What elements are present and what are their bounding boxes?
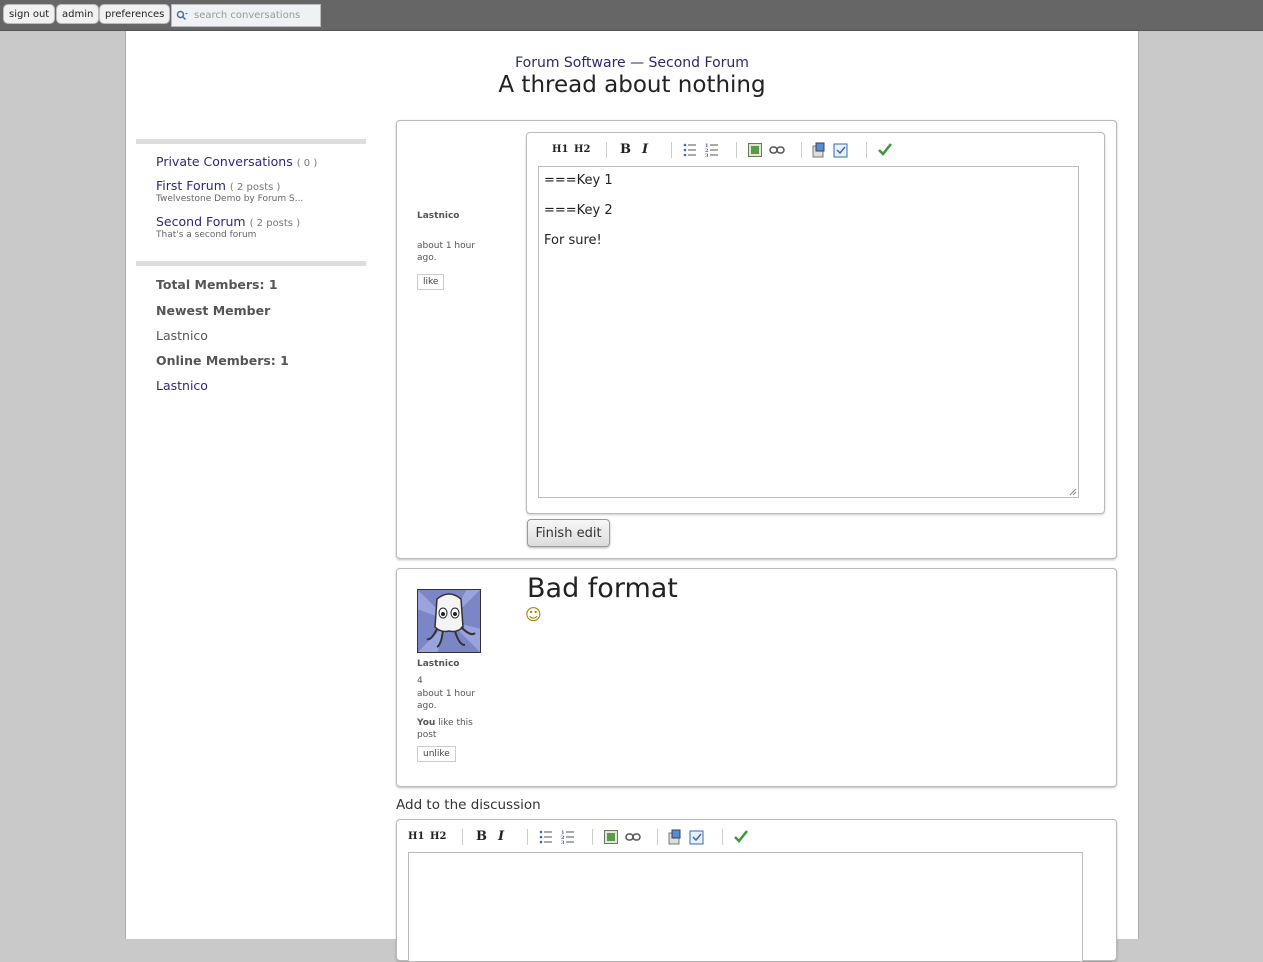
search-input[interactable] bbox=[190, 7, 326, 24]
svg-text:3: 3 bbox=[705, 153, 709, 158]
smiley-icon: ☺ bbox=[525, 605, 542, 624]
image-icon[interactable] bbox=[604, 829, 618, 845]
you-label: You bbox=[417, 718, 436, 728]
h1-button[interactable]: H1 bbox=[552, 142, 568, 158]
quote-icon[interactable] bbox=[811, 142, 827, 158]
post-bad-format: Lastnico 4 about 1 hour ago. You like th… bbox=[396, 568, 1117, 787]
total-members-stat: Total Members: 1 bbox=[156, 277, 278, 292]
bullet-list-icon[interactable] bbox=[683, 142, 697, 158]
breadcrumb-current-link[interactable]: Second Forum bbox=[649, 55, 749, 71]
italic-button[interactable]: I bbox=[498, 829, 504, 845]
post-title: Bad format bbox=[527, 573, 678, 604]
check-icon[interactable] bbox=[733, 829, 749, 845]
sidebar-item-label: Second Forum bbox=[156, 214, 246, 229]
preferences-button[interactable]: preferences bbox=[99, 4, 171, 24]
check-icon[interactable] bbox=[877, 142, 893, 158]
post-time: about 1 hour ago. bbox=[417, 241, 476, 263]
online-member-link[interactable]: Lastnico bbox=[156, 378, 208, 393]
sidebar-item-description: Twelvestone Demo by Forum S... bbox=[156, 194, 304, 204]
page-title: A thread about nothing bbox=[498, 72, 766, 98]
online-members-stat: Online Members: 1 bbox=[156, 353, 289, 368]
preview-icon[interactable] bbox=[833, 142, 849, 158]
sidebar-item-label: Private Conversations bbox=[156, 154, 293, 169]
page-content: Forum Software — Second Forum A thread a… bbox=[125, 31, 1139, 962]
bullet-list-icon[interactable] bbox=[539, 829, 553, 845]
reply-box: H1 H2 B I 123 bbox=[396, 819, 1117, 962]
add-discussion-label: Add to the discussion bbox=[396, 797, 541, 813]
post-editing: Lastnico about 1 hour ago. like H1 H2 B … bbox=[396, 120, 1117, 559]
search-box bbox=[171, 4, 326, 27]
sidebar-divider bbox=[136, 139, 366, 144]
sidebar-item-count: ( 2 posts ) bbox=[249, 218, 301, 229]
finish-edit-button[interactable]: Finish edit bbox=[527, 519, 610, 547]
sidebar-item-private-conversations[interactable]: Private Conversations ( 0 ) bbox=[156, 154, 317, 169]
sidebar-item-label: First Forum bbox=[156, 178, 226, 193]
post-count: 4 bbox=[417, 676, 423, 686]
sign-out-button[interactable]: sign out bbox=[3, 4, 56, 24]
unlike-button[interactable]: unlike bbox=[417, 746, 456, 762]
bold-button[interactable]: B bbox=[620, 142, 631, 158]
resize-handle-icon[interactable] bbox=[1068, 487, 1077, 496]
sidebar-item-count: ( 2 posts ) bbox=[229, 182, 281, 193]
bold-button[interactable]: B bbox=[476, 829, 487, 845]
sidebar-item-count: ( 0 ) bbox=[296, 158, 318, 169]
link-icon[interactable] bbox=[769, 142, 785, 158]
sidebar-item-second-forum[interactable]: Second Forum ( 2 posts ) bbox=[156, 214, 300, 229]
admin-button[interactable]: admin bbox=[56, 4, 100, 24]
editor-line: For sure! bbox=[544, 233, 602, 248]
link-icon[interactable] bbox=[625, 829, 641, 845]
breadcrumb: Forum Software — Second Forum bbox=[126, 55, 1138, 71]
breadcrumb-parent-link[interactable]: Forum Software bbox=[515, 55, 626, 71]
h2-button[interactable]: H2 bbox=[430, 829, 446, 845]
newest-member-name: Lastnico bbox=[156, 328, 208, 343]
sidebar-divider bbox=[136, 261, 366, 266]
breadcrumb-separator: — bbox=[630, 55, 645, 71]
post-body-textarea[interactable]: ===Key 1 ===Key 2 For sure! bbox=[538, 166, 1079, 498]
editor-line: ===Key 1 bbox=[544, 173, 613, 188]
italic-button[interactable]: I bbox=[642, 142, 648, 158]
svg-text:3: 3 bbox=[561, 840, 565, 845]
like-button[interactable]: like bbox=[417, 274, 445, 290]
author-name: Lastnico bbox=[417, 211, 460, 221]
preview-icon[interactable] bbox=[689, 829, 705, 845]
like-status: You like this post bbox=[417, 717, 492, 741]
sidebar-item-first-forum[interactable]: First Forum ( 2 posts ) bbox=[156, 178, 280, 193]
image-icon[interactable] bbox=[748, 142, 762, 158]
quote-icon[interactable] bbox=[667, 829, 683, 845]
post-time: about 1 hour ago. bbox=[417, 689, 476, 711]
reply-textarea[interactable] bbox=[408, 852, 1083, 962]
sidebar-item-description: That's a second forum bbox=[156, 230, 257, 240]
newest-member-heading: Newest Member bbox=[156, 303, 271, 318]
search-icon bbox=[176, 10, 188, 21]
top-bar: sign out admin preferences bbox=[0, 0, 1263, 31]
avatar[interactable] bbox=[417, 589, 481, 653]
h2-button[interactable]: H2 bbox=[574, 142, 590, 158]
edit-editor: H1 H2 B I 123 ===Key 1 ===Key 2 For sure… bbox=[526, 132, 1105, 514]
editor-line: ===Key 2 bbox=[544, 203, 613, 218]
h1-button[interactable]: H1 bbox=[408, 829, 424, 845]
numbered-list-icon[interactable]: 123 bbox=[561, 829, 575, 845]
author-name: Lastnico bbox=[417, 659, 460, 669]
numbered-list-icon[interactable]: 123 bbox=[705, 142, 719, 158]
